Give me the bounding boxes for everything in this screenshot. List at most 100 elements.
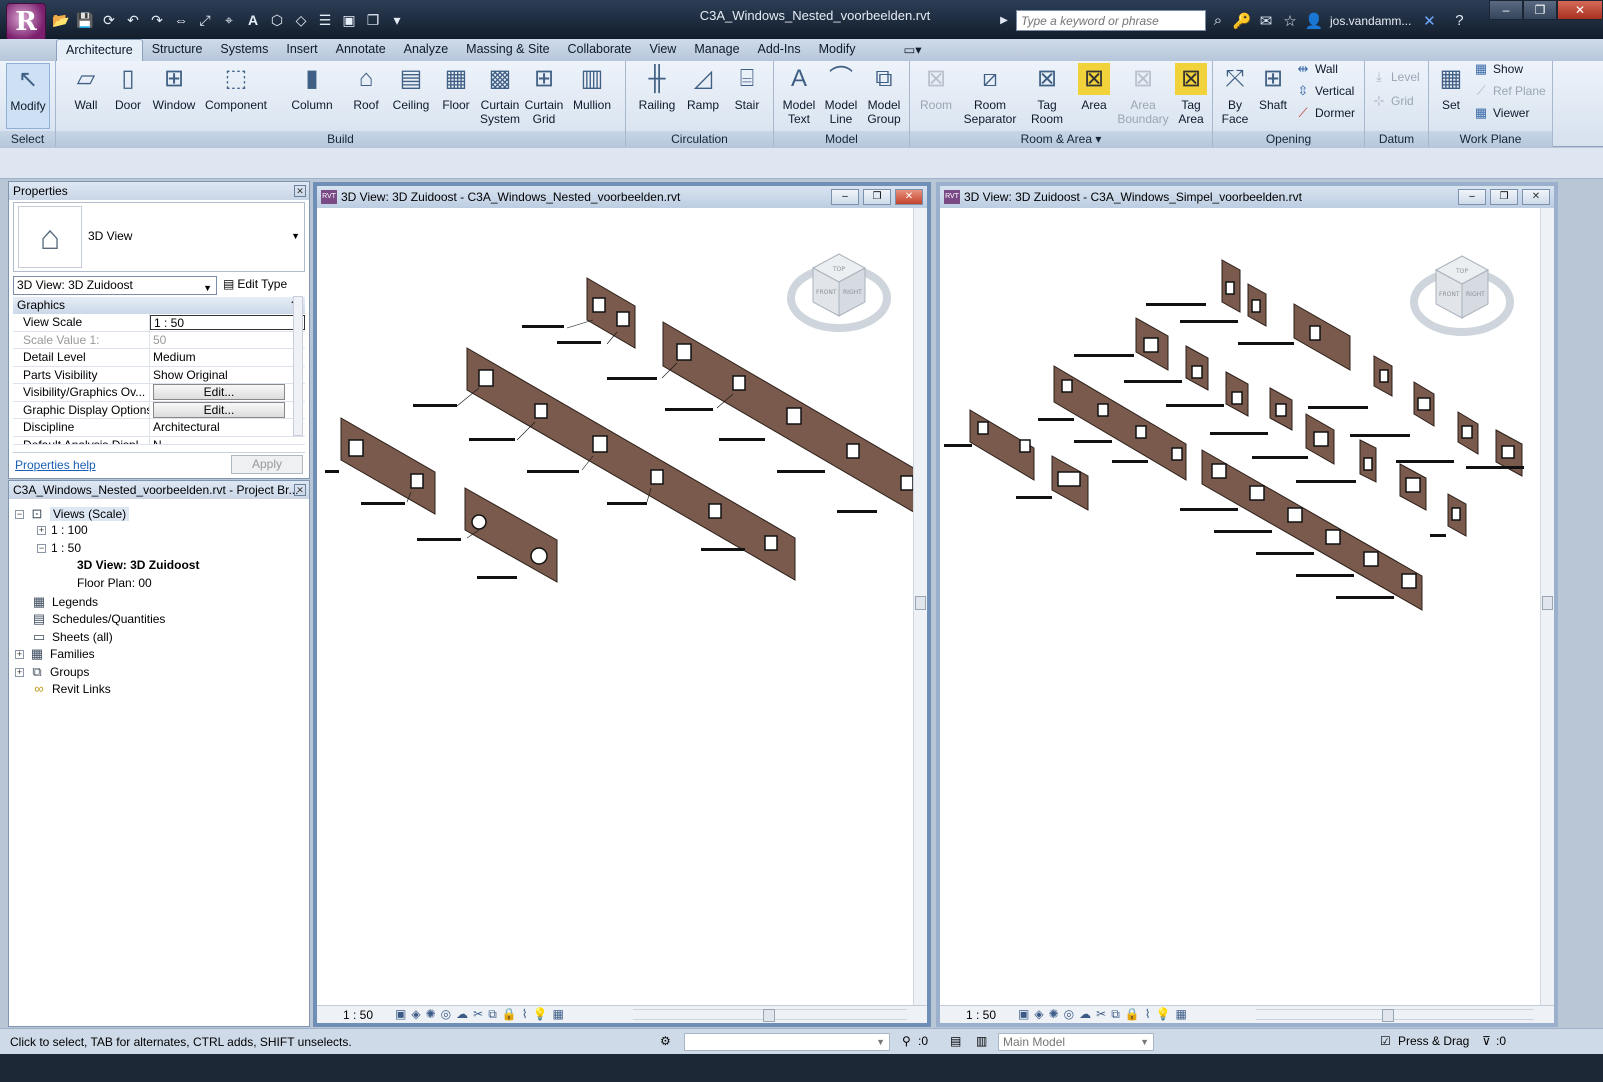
property-value[interactable]: N... bbox=[150, 437, 305, 444]
view-window-nested[interactable]: RVT 3D View: 3D Zuidoost - C3A_Windows_Ne… bbox=[313, 182, 931, 1027]
thin-lines-icon[interactable]: ☰ bbox=[314, 10, 336, 30]
type-selector[interactable]: ⌂ 3D View ▼ bbox=[13, 202, 305, 272]
tree-node-schedules[interactable]: ▤ Schedules/Quantities bbox=[31, 611, 166, 627]
wall-opening-button[interactable]: ⇹ Wall bbox=[1295, 61, 1338, 77]
modify-button[interactable]: ↖ Modify bbox=[6, 63, 50, 129]
stair-button[interactable]: ⌸ Stair bbox=[726, 63, 768, 112]
area-boundary-button[interactable]: ⊠ Area Boundary bbox=[1116, 63, 1170, 126]
model-canvas[interactable]: TOP FRONT RIGHT bbox=[317, 208, 913, 1005]
minimize-icon[interactable]: – bbox=[831, 189, 859, 205]
close-icon[interactable]: ✕ bbox=[294, 185, 306, 197]
horizontal-scrollbar[interactable] bbox=[633, 1009, 907, 1022]
grid-button[interactable]: ⊹ Grid bbox=[1371, 93, 1414, 109]
scroll-thumb[interactable] bbox=[1542, 596, 1553, 610]
close-icon[interactable]: ✕ bbox=[294, 484, 306, 496]
3d-icon[interactable]: ⬡ bbox=[266, 10, 288, 30]
by-face-button[interactable]: ⤧ By Face bbox=[1217, 63, 1253, 126]
view-instance-select[interactable]: 3D View: 3D Zuidoost ▼ bbox=[13, 276, 217, 295]
tree-node-legends[interactable]: ▦ Legends bbox=[31, 594, 98, 610]
subscription-icon[interactable]: 🔑 bbox=[1230, 12, 1254, 30]
edit-type-button[interactable]: ▤ Edit Type bbox=[223, 277, 287, 291]
tab-architecture[interactable]: Architecture bbox=[56, 39, 143, 61]
filter-icon[interactable]: ⊽ bbox=[1482, 1034, 1491, 1048]
binoculars-icon[interactable]: ⌕ bbox=[1206, 12, 1230, 29]
properties-scrollbar[interactable] bbox=[293, 296, 303, 436]
tab-manage[interactable]: Manage bbox=[685, 39, 748, 61]
close-icon[interactable]: ✕ bbox=[895, 189, 923, 205]
open-icon[interactable]: 📂 bbox=[50, 10, 72, 30]
tag-icon[interactable]: ⌖ bbox=[218, 10, 240, 30]
dormer-button[interactable]: ⟋ Dormer bbox=[1295, 105, 1355, 121]
visibility-graphics-edit-button[interactable]: Edit... bbox=[153, 384, 285, 400]
crop-view-icon[interactable]: ✂ bbox=[473, 1007, 483, 1022]
expand-icon[interactable]: + bbox=[15, 649, 24, 659]
switch-windows-icon[interactable]: ❐ bbox=[362, 10, 384, 30]
temp-hide-icon[interactable]: ⌇ bbox=[522, 1007, 528, 1022]
tag-area-button[interactable]: ⊠ Tag Area bbox=[1172, 63, 1210, 126]
tree-node-scale-50[interactable]: −1 : 50 bbox=[37, 541, 81, 555]
tree-node-floor-plan[interactable]: Floor Plan: 00 bbox=[77, 576, 152, 590]
temp-hide-icon[interactable]: ⌇ bbox=[1145, 1007, 1151, 1022]
analysis-icon[interactable]: ▦ bbox=[553, 1007, 564, 1022]
railing-button[interactable]: ╫ Railing bbox=[634, 63, 680, 112]
shadows-icon[interactable]: ◎ bbox=[441, 1007, 451, 1022]
restore-icon[interactable]: ❐ bbox=[1490, 189, 1518, 205]
room-separator-button[interactable]: ⧄ Room Separator bbox=[960, 63, 1020, 126]
analysis-icon[interactable]: ▦ bbox=[1176, 1007, 1187, 1022]
viewer-button[interactable]: ▦ Viewer bbox=[1473, 105, 1530, 121]
properties-help-link[interactable]: Properties help bbox=[15, 458, 96, 472]
user-icon[interactable]: 👤 bbox=[1302, 12, 1326, 30]
tab-collaborate[interactable]: Collaborate bbox=[559, 39, 641, 61]
section-icon[interactable]: ◇ bbox=[290, 10, 312, 30]
show-rendering-icon[interactable]: ☁ bbox=[456, 1007, 468, 1022]
detail-level-icon[interactable]: ▣ bbox=[1018, 1007, 1029, 1022]
view-window-simpel[interactable]: RVT 3D View: 3D Zuidoost - C3A_Windows_Si… bbox=[936, 182, 1558, 1027]
crop-region-icon[interactable]: ⧉ bbox=[1111, 1007, 1120, 1022]
worksets-icon[interactable]: ⚙ bbox=[660, 1034, 671, 1048]
design-option-select[interactable]: Main Model ▼ bbox=[998, 1033, 1154, 1051]
mullion-button[interactable]: ▥ Mullion bbox=[566, 63, 618, 112]
design-options-icon[interactable]: ▤ bbox=[950, 1034, 961, 1048]
close-icon[interactable]: ✕ bbox=[1557, 0, 1603, 20]
user-name[interactable]: jos.vandamm... bbox=[1330, 14, 1411, 28]
floor-button[interactable]: ▦ Floor bbox=[436, 63, 476, 112]
ribbon-minimize-icon[interactable]: ▭▾ bbox=[894, 39, 930, 61]
shadows-icon[interactable]: ◎ bbox=[1064, 1007, 1074, 1022]
discipline-value[interactable]: Architectural bbox=[150, 419, 305, 436]
vertical-scrollbar[interactable] bbox=[1540, 208, 1554, 1005]
area-button[interactable]: ⊠ Area bbox=[1074, 63, 1114, 112]
tab-massing-site[interactable]: Massing & Site bbox=[457, 39, 558, 61]
editing-requests-icon[interactable]: ⚲ bbox=[902, 1034, 911, 1048]
scroll-thumb[interactable] bbox=[1382, 1009, 1394, 1022]
visual-style-icon[interactable]: ◈ bbox=[411, 1007, 420, 1022]
panel-title-room-area[interactable]: Room & Area ▾ bbox=[910, 131, 1212, 147]
collapse-icon[interactable]: − bbox=[37, 543, 46, 553]
column-button[interactable]: ▮ Column bbox=[282, 63, 342, 112]
vertical-opening-button[interactable]: ⇳ Vertical bbox=[1295, 83, 1355, 99]
communication-icon[interactable]: ✉ bbox=[1254, 12, 1278, 30]
workset-select[interactable]: ▼ bbox=[684, 1033, 890, 1051]
reveal-hidden-icon[interactable]: 💡 bbox=[533, 1007, 548, 1022]
detail-level-value[interactable]: Medium bbox=[150, 349, 305, 366]
reveal-hidden-icon[interactable]: 💡 bbox=[1156, 1007, 1171, 1022]
shaft-button[interactable]: ⊞ Shaft bbox=[1253, 63, 1293, 112]
redo-icon[interactable]: ↷ bbox=[146, 10, 168, 30]
tab-systems[interactable]: Systems bbox=[211, 39, 277, 61]
view-scale-button[interactable]: 1 : 50 bbox=[966, 1008, 996, 1022]
tab-analyze[interactable]: Analyze bbox=[395, 39, 457, 61]
lock-view-icon[interactable]: 🔒 bbox=[502, 1007, 517, 1022]
tree-node-views[interactable]: − ⊡ Views (Scale) bbox=[15, 506, 130, 522]
exchange-icon[interactable]: ✕ bbox=[1417, 12, 1441, 30]
undo-icon[interactable]: ↶ bbox=[122, 10, 144, 30]
group-header-graphics[interactable]: Graphics⌃ bbox=[13, 297, 305, 314]
model-canvas[interactable]: TOP FRONT RIGHT bbox=[940, 208, 1540, 1005]
press-drag-checkbox[interactable]: ☑ bbox=[1380, 1034, 1391, 1048]
parts-visibility-value[interactable]: Show Original bbox=[150, 367, 305, 384]
view-scale-button[interactable]: 1 : 50 bbox=[343, 1008, 373, 1022]
vertical-scrollbar[interactable] bbox=[913, 208, 927, 1005]
measure-icon[interactable]: ⇔ bbox=[170, 10, 192, 30]
search-expand-icon[interactable]: ▶ bbox=[992, 15, 1016, 26]
window-button[interactable]: ⊞ Window bbox=[148, 63, 200, 112]
expand-icon[interactable]: + bbox=[37, 525, 46, 535]
tag-room-button[interactable]: ⊠ Tag Room bbox=[1022, 63, 1072, 126]
